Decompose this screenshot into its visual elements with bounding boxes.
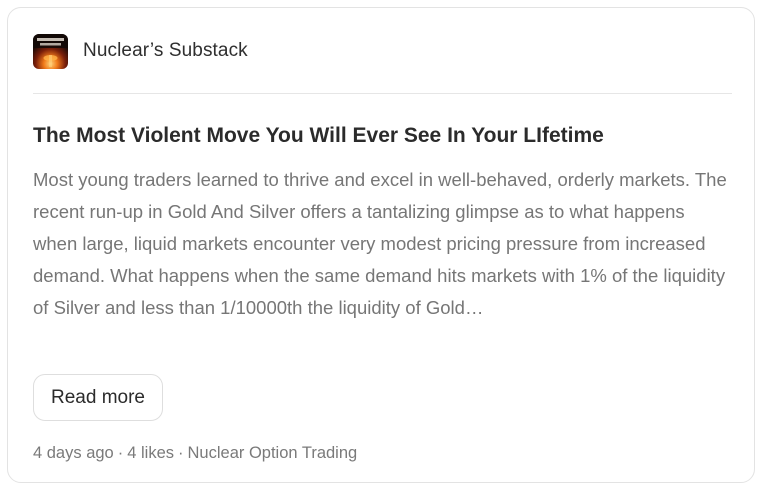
publication-name[interactable]: Nuclear’s Substack: [83, 40, 248, 62]
post-author[interactable]: Nuclear Option Trading: [188, 444, 358, 462]
post-meta: 4 days ago · 4 likes · Nuclear Option Tradin…: [33, 444, 357, 463]
header-divider: [33, 93, 732, 94]
meta-separator: ·: [178, 444, 184, 462]
nuclear-option-logo-icon: [33, 33, 68, 69]
publication-logo[interactable]: [33, 33, 68, 69]
post-likes: 4 likes: [127, 444, 175, 462]
post-title[interactable]: The Most Violent Move You Will Ever See …: [33, 121, 733, 151]
post-excerpt: Most young traders learned to thrive and…: [33, 169, 727, 318]
post-card[interactable]: Nuclear’s Substack The Most Violent Move…: [7, 7, 755, 483]
meta-separator: ·: [117, 444, 124, 462]
read-more-button[interactable]: Read more: [33, 374, 163, 421]
publication-header[interactable]: Nuclear’s Substack: [33, 33, 248, 69]
post-time-ago: 4 days ago: [33, 444, 114, 462]
